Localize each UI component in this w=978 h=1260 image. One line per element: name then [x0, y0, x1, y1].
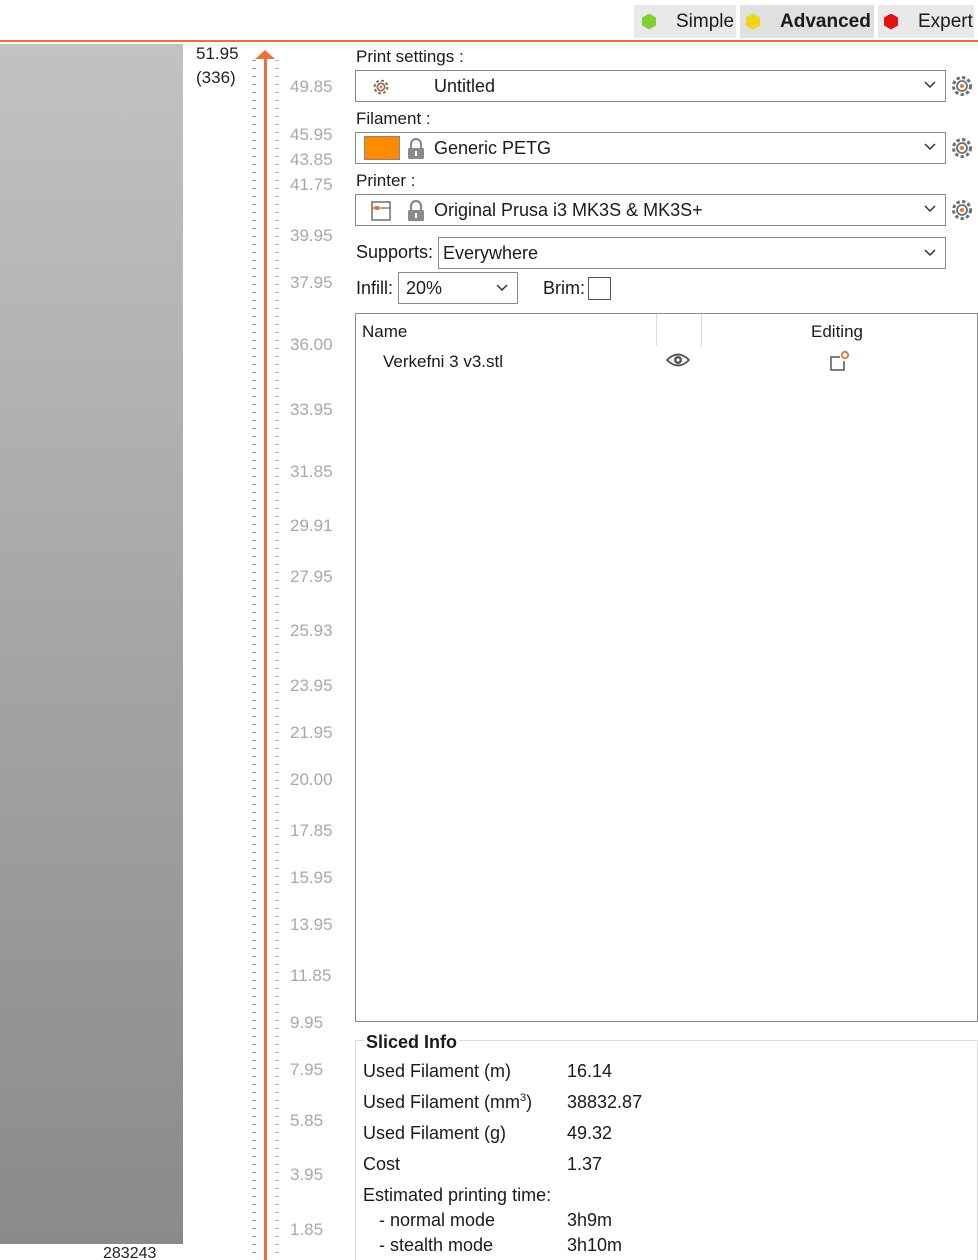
supports-value: Everywhere [443, 242, 539, 263]
layer-label: 13.95 [290, 915, 333, 934]
layer-label: 5.85 [290, 1111, 324, 1130]
printer-edit-gear-icon[interactable] [950, 198, 974, 222]
layer-label: 41.75 [290, 175, 333, 194]
print-settings-edit-gear-icon[interactable] [950, 74, 974, 98]
chevron-down-icon [924, 205, 936, 213]
layer-label: 21.95 [290, 723, 333, 742]
layer-slider-top-count: (336) [196, 68, 236, 87]
sliced-info-value: 16.14 [567, 1061, 613, 1081]
column-header-editing[interactable]: Editing [811, 322, 863, 342]
printer-icon [371, 201, 391, 221]
object-list[interactable]: Name Editing Verkefni 3 v3.stl [355, 313, 978, 1022]
layer-label: 17.85 [290, 821, 333, 840]
layer-label: 25.93 [290, 621, 333, 640]
object-row[interactable]: Verkefni 3 v3.stl [356, 348, 977, 378]
layer-slider-track[interactable] [264, 58, 267, 1260]
mode-advanced-button[interactable]: Advanced [740, 5, 874, 38]
layer-label: 15.95 [290, 868, 333, 887]
layer-label: 11.85 [290, 966, 332, 985]
mode-advanced-label: Advanced [780, 10, 871, 32]
filament-color-swatch[interactable] [364, 136, 400, 160]
estimated-time-label: Estimated printing time: [363, 1185, 552, 1205]
layer-label: 37.95 [290, 273, 333, 292]
filament-value: Generic PETG [434, 137, 552, 158]
layer-slider-top-value: 51.95 [196, 44, 239, 63]
chevron-down-icon [924, 249, 936, 257]
advanced-mode-icon [746, 13, 760, 30]
print-settings-label: Print settings : [356, 47, 464, 66]
sliced-info-key: Used Filament (m) [363, 1061, 512, 1081]
eye-icon[interactable] [666, 351, 690, 369]
sliced-info-key-text: Used Filament (mm [363, 1092, 521, 1112]
sliced-info-value: 38832.87 [567, 1092, 643, 1112]
filament-combo[interactable]: Generic PETG [355, 132, 946, 164]
layer-label: 36.00 [290, 335, 333, 354]
layer-label: 39.95 [290, 226, 333, 245]
time-mode-label: - stealth mode [379, 1235, 494, 1255]
mode-expert-label: Expert [918, 10, 973, 32]
supports-label: Supports: [356, 242, 434, 262]
sliced-info-key: Used Filament (g) [363, 1123, 507, 1143]
brim-checkbox[interactable] [588, 277, 611, 300]
layer-label: 29.91 [290, 516, 333, 535]
brim-label: Brim: [543, 278, 585, 298]
object-name[interactable]: Verkefni 3 v3.stl [383, 352, 503, 372]
layer-label: 3.95 [290, 1165, 324, 1184]
time-mode-value: 3h10m [567, 1235, 623, 1255]
layer-label: 7.95 [290, 1060, 324, 1079]
layer-label: 43.85 [290, 150, 333, 169]
simple-mode-icon [642, 13, 656, 30]
sliced-info-key: Used Filament (mm3) [363, 1092, 532, 1113]
column-separator [656, 314, 657, 346]
layer-ticks-left [252, 60, 256, 1260]
print-settings-gear-icon [373, 79, 389, 95]
3d-preview-canvas[interactable] [0, 44, 183, 1244]
supports-combo[interactable]: Everywhere [438, 237, 946, 269]
layer-label: 31.85 [290, 462, 333, 481]
infill-combo[interactable]: 20% [398, 272, 518, 304]
edit-object-icon[interactable] [828, 350, 850, 372]
time-mode-value: 3h9m [567, 1210, 613, 1230]
sliced-info-key-suffix: ) [526, 1092, 533, 1112]
column-separator [701, 314, 702, 346]
layer-label: 49.85 [290, 77, 333, 96]
print-settings-value: Untitled [434, 75, 496, 96]
layer-ticks-right [275, 60, 279, 1260]
sliced-info-value: 49.32 [567, 1123, 613, 1143]
sliced-info-title: Sliced Info [364, 1032, 460, 1053]
sliced-info-key: Cost [363, 1154, 401, 1174]
printer-label: Printer : [356, 171, 416, 190]
mode-simple-label: Simple [676, 10, 735, 32]
filament-edit-gear-icon[interactable] [950, 136, 974, 160]
lock-icon [408, 200, 424, 221]
infill-label: Infill: [356, 278, 394, 298]
layer-label: 9.95 [290, 1013, 324, 1032]
column-header-name[interactable]: Name [362, 322, 407, 342]
layer-label: 1.85 [290, 1220, 324, 1239]
mode-simple-button[interactable]: Simple [634, 5, 736, 38]
filament-label: Filament : [356, 109, 431, 128]
layer-label: 27.95 [290, 567, 333, 586]
layer-label: 33.95 [290, 400, 333, 419]
chevron-down-icon [496, 284, 508, 292]
print-settings-combo[interactable]: Untitled [355, 70, 946, 102]
sliced-info-value: 1.37 [567, 1154, 603, 1174]
printer-combo[interactable]: Original Prusa i3 MK3S & MK3S+ [355, 194, 946, 226]
expert-mode-icon [884, 13, 898, 30]
infill-value: 20% [406, 277, 443, 298]
mode-toolbar: Simple Advanced Expert [0, 0, 978, 42]
time-mode-label: - normal mode [379, 1210, 496, 1230]
chevron-down-icon [924, 143, 936, 151]
printer-value: Original Prusa i3 MK3S & MK3S+ [434, 199, 703, 220]
mode-expert-button[interactable]: Expert [878, 5, 974, 38]
horizontal-slider-value: 283243 [103, 1245, 157, 1260]
layer-label: 20.00 [290, 770, 333, 789]
layer-label: 23.95 [290, 676, 333, 695]
layer-slider-thumb[interactable] [255, 50, 275, 59]
chevron-down-icon [924, 81, 936, 89]
layer-label: 45.95 [290, 125, 333, 144]
lock-icon [408, 138, 424, 159]
